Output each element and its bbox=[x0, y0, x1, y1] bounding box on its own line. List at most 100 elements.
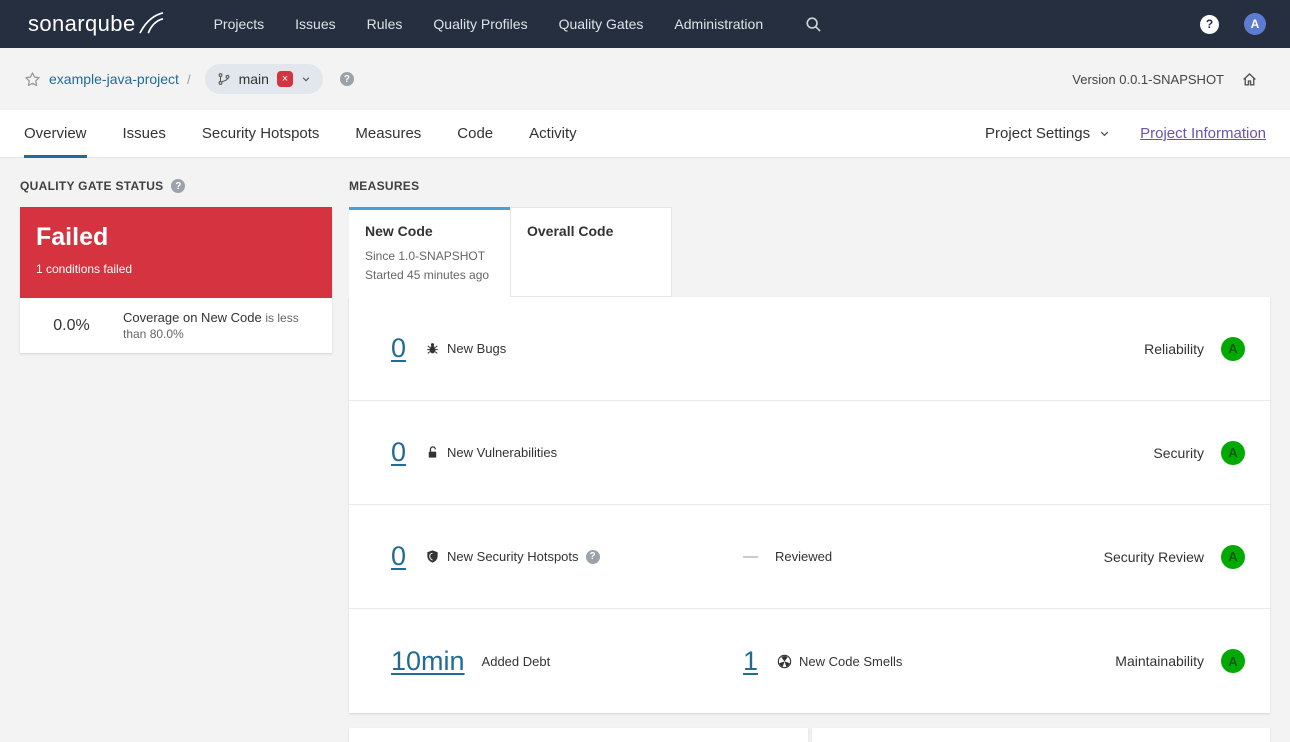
added-debt-link[interactable]: 10min bbox=[391, 646, 465, 677]
quality-gate-heading-row: QUALITY GATE STATUS ? bbox=[20, 178, 332, 194]
home-icon[interactable] bbox=[1241, 71, 1258, 88]
reliability-rating-badge[interactable]: A bbox=[1221, 336, 1245, 361]
security-review-rating-badge[interactable]: A bbox=[1221, 544, 1245, 569]
bug-icon bbox=[425, 341, 440, 356]
condition-metric: Coverage on New Code bbox=[123, 309, 262, 325]
new-bugs-count-link[interactable]: 0 bbox=[391, 333, 406, 364]
quality-gate-condition-row[interactable]: 0.0% Coverage on New Code is less than 8… bbox=[20, 298, 332, 353]
avatar[interactable]: A bbox=[1244, 13, 1266, 35]
measure-row-reliability: 0 New Bugs Reliability A bbox=[349, 297, 1270, 401]
measures-card: 0 New Bugs Reliability A 0 New Vulnerabi… bbox=[349, 297, 1270, 713]
measure-main: 10min Added Debt bbox=[391, 646, 743, 677]
project-information-link[interactable]: Project Information bbox=[1140, 125, 1266, 142]
sonarqube-logo[interactable]: sonarqube bbox=[28, 11, 164, 37]
reviewed-label: Reviewed bbox=[775, 549, 833, 564]
project-tabbar: Overview Issues Security Hotspots Measur… bbox=[0, 110, 1290, 158]
tab-measures[interactable]: Measures bbox=[355, 110, 421, 158]
navbar-right: ? A bbox=[1200, 13, 1266, 35]
tab-security-hotspots[interactable]: Security Hotspots bbox=[202, 110, 320, 158]
quality-gate-heading: QUALITY GATE STATUS bbox=[20, 179, 164, 193]
measure-main: 0 New Bugs bbox=[391, 333, 743, 364]
hotspots-help-icon[interactable]: ? bbox=[585, 549, 600, 564]
reviewed-group: — Reviewed bbox=[743, 548, 832, 565]
partial-card-left bbox=[349, 728, 808, 742]
measure-right: Reliability A bbox=[1144, 336, 1245, 361]
nav-item-quality-gates[interactable]: Quality Gates bbox=[559, 16, 644, 32]
lock-icon bbox=[425, 445, 440, 460]
nav-item-administration[interactable]: Administration bbox=[674, 16, 763, 32]
new-code-started: Started 45 minutes ago bbox=[365, 268, 490, 282]
tab-code[interactable]: Code bbox=[457, 110, 493, 158]
measures-heading-row: MEASURES bbox=[349, 178, 1270, 194]
main-nav: Projects Issues Rules Quality Profiles Q… bbox=[214, 16, 764, 32]
code-smells-group: 1 New Code Smells bbox=[743, 646, 902, 677]
code-smell-icon bbox=[777, 654, 792, 669]
measure-main: 0 New Security Hotspots ? bbox=[391, 541, 743, 572]
branch-selector[interactable]: main × bbox=[204, 64, 323, 94]
nav-item-rules[interactable]: Rules bbox=[367, 16, 403, 32]
new-code-since: Since 1.0-SNAPSHOT bbox=[365, 249, 486, 263]
quality-gate-panel: QUALITY GATE STATUS ? Failed 1 condition… bbox=[20, 178, 332, 742]
project-settings-menu[interactable]: Project Settings bbox=[985, 125, 1110, 142]
close-icon[interactable]: × bbox=[276, 71, 293, 87]
favorite-star-icon[interactable] bbox=[24, 71, 41, 88]
security-domain-link[interactable]: Security bbox=[1153, 445, 1204, 461]
measure-row-security-review: 0 New Security Hotspots ? — Reviewed Sec… bbox=[349, 505, 1270, 609]
measures-tabs: New Code Since 1.0-SNAPSHOT Started 45 m… bbox=[349, 207, 1270, 297]
logo-text: sonarqube bbox=[28, 11, 136, 36]
branch-name: main bbox=[238, 71, 269, 87]
top-navbar: sonarqube Projects Issues Rules Quality … bbox=[0, 0, 1290, 48]
tab-new-code[interactable]: New Code Since 1.0-SNAPSHOT Started 45 m… bbox=[349, 207, 510, 297]
quality-gate-help-icon[interactable]: ? bbox=[171, 179, 186, 193]
chevron-down-icon bbox=[301, 74, 311, 84]
measure-right: Maintainability A bbox=[1115, 649, 1245, 673]
condition-text: Coverage on New Code is less than 80.0% bbox=[123, 310, 332, 342]
breadcrumb-separator: / bbox=[186, 71, 191, 87]
security-review-domain-link[interactable]: Security Review bbox=[1104, 549, 1204, 565]
version-label: Version 0.0.1-SNAPSHOT bbox=[1072, 71, 1224, 87]
nav-item-issues[interactable]: Issues bbox=[295, 16, 335, 32]
partial-card-right bbox=[811, 728, 1270, 742]
new-bugs-label: New Bugs bbox=[447, 341, 507, 356]
new-hotspots-count-link[interactable]: 0 bbox=[391, 541, 406, 572]
search-icon[interactable] bbox=[805, 16, 822, 33]
measure-main: 0 New Vulnerabilities bbox=[391, 437, 743, 468]
shield-icon bbox=[425, 549, 440, 564]
maintainability-domain-link[interactable]: Maintainability bbox=[1115, 653, 1204, 669]
project-header-bar: example-java-project / main × ? Version … bbox=[0, 48, 1290, 110]
next-section-row bbox=[349, 728, 1270, 742]
new-code-smells-label: New Code Smells bbox=[799, 653, 903, 669]
nav-item-projects[interactable]: Projects bbox=[214, 16, 265, 32]
breadcrumb-project-link[interactable]: example-java-project bbox=[49, 71, 179, 87]
new-code-tab-label: New Code bbox=[365, 223, 433, 239]
new-code-smells-count-link[interactable]: 1 bbox=[743, 646, 758, 677]
sonar-swoosh-icon bbox=[138, 11, 164, 35]
help-icon[interactable]: ? bbox=[1200, 14, 1219, 34]
tab-activity[interactable]: Activity bbox=[529, 110, 577, 158]
new-vulnerabilities-label: New Vulnerabilities bbox=[447, 445, 558, 460]
measures-panel: MEASURES New Code Since 1.0-SNAPSHOT Sta… bbox=[349, 178, 1270, 742]
tabbar-right: Project Settings Project Information bbox=[985, 125, 1266, 142]
branch-icon bbox=[217, 72, 231, 86]
overview-content: QUALITY GATE STATUS ? Failed 1 condition… bbox=[0, 158, 1290, 742]
measures-heading: MEASURES bbox=[349, 179, 420, 193]
added-debt-label: Added Debt bbox=[481, 653, 551, 669]
security-rating-badge[interactable]: A bbox=[1221, 440, 1245, 465]
nav-item-quality-profiles[interactable]: Quality Profiles bbox=[433, 16, 527, 32]
project-settings-label: Project Settings bbox=[985, 125, 1091, 142]
quality-gate-status-card: Failed 1 conditions failed bbox=[20, 207, 332, 298]
measure-row-maintainability: 10min Added Debt 1 New Code Smells Maint… bbox=[349, 609, 1270, 713]
tab-overall-code[interactable]: Overall Code bbox=[510, 207, 672, 297]
reviewed-value: — bbox=[743, 548, 758, 565]
tab-issues[interactable]: Issues bbox=[123, 110, 166, 158]
measure-row-security: 0 New Vulnerabilities Security A bbox=[349, 401, 1270, 505]
breadcrumb-right: Version 0.0.1-SNAPSHOT bbox=[1072, 71, 1258, 88]
tab-overview[interactable]: Overview bbox=[24, 110, 87, 158]
overall-code-tab-label: Overall Code bbox=[527, 223, 614, 239]
maintainability-rating-badge[interactable]: A bbox=[1221, 649, 1245, 673]
reliability-domain-link[interactable]: Reliability bbox=[1144, 341, 1204, 357]
new-vulnerabilities-count-link[interactable]: 0 bbox=[391, 437, 406, 468]
branch-help-icon[interactable]: ? bbox=[339, 72, 354, 86]
measure-right: Security Review A bbox=[1104, 544, 1245, 569]
quality-gate-subtitle: 1 conditions failed bbox=[36, 262, 133, 276]
